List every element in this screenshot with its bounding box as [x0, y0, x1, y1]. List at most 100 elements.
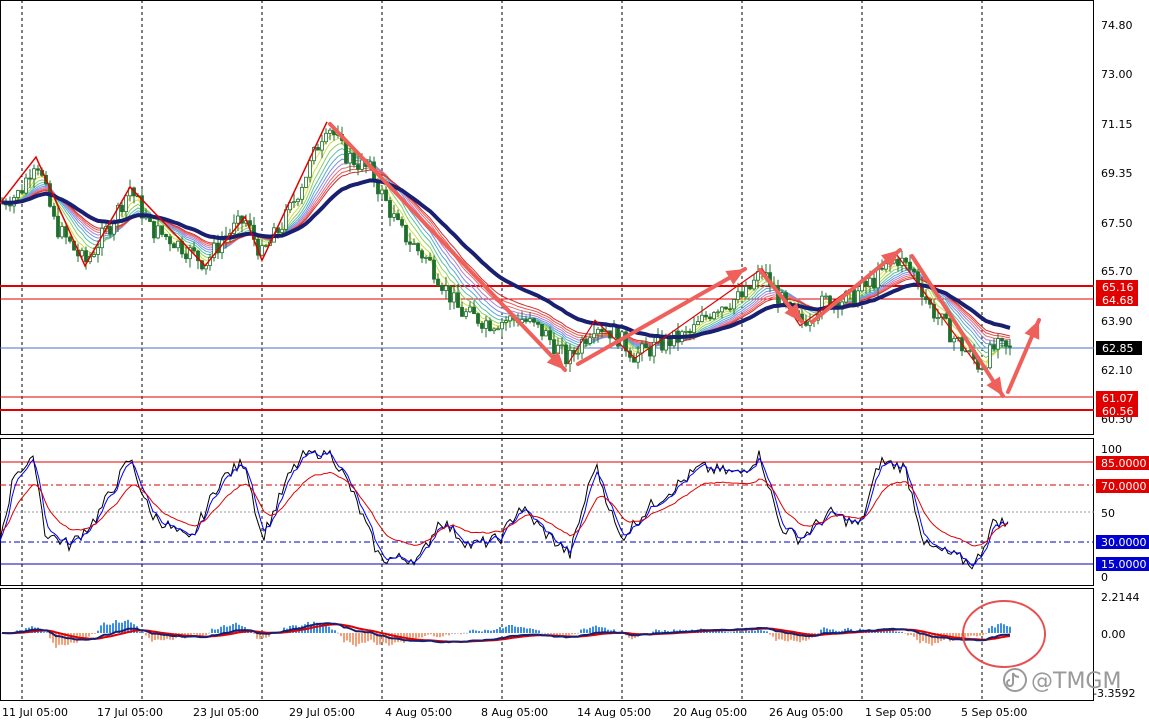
candle-body: [468, 306, 472, 313]
candle-body: [168, 236, 172, 245]
macd-bar: [457, 633, 459, 634]
macd-bar: [568, 633, 570, 636]
candle-body: [56, 215, 60, 238]
macd-bar: [433, 633, 435, 637]
macd-bar: [106, 624, 108, 633]
macd-bar: [577, 632, 579, 634]
macd-bar: [979, 633, 981, 636]
candle-body: [408, 241, 412, 245]
macd-bar: [415, 633, 417, 639]
candle-body: [424, 257, 428, 259]
candle-body: [480, 322, 484, 329]
macd-bar: [436, 633, 438, 638]
macd-bar: [469, 630, 471, 633]
macd-bar: [205, 633, 207, 636]
candle-body: [444, 285, 448, 291]
macd-bar: [967, 633, 969, 637]
candle-body: [260, 245, 264, 256]
macd-bar: [535, 629, 537, 633]
candle-body: [868, 277, 872, 287]
macd-bar: [487, 630, 489, 633]
candle-body: [452, 292, 456, 303]
macd-bar: [739, 630, 741, 633]
candle-body: [852, 289, 856, 305]
candle-body: [644, 343, 648, 348]
macd-bar: [439, 633, 441, 638]
macd-bar: [757, 629, 759, 633]
macd-bar: [88, 633, 90, 637]
macd-bar: [496, 629, 498, 633]
macd-bar: [724, 631, 726, 633]
candle-body: [724, 306, 728, 310]
macd-bar: [337, 632, 339, 634]
macd-bar: [202, 633, 204, 636]
candle-body: [704, 314, 708, 318]
macd-bar: [550, 633, 552, 635]
candle-body: [540, 323, 544, 337]
candle-body: [84, 250, 88, 263]
svg-text:30.0000: 30.0000: [1101, 536, 1147, 549]
macd-bar: [103, 622, 105, 633]
macd-bar: [460, 633, 462, 635]
macd-bar: [508, 625, 510, 633]
macd-bar: [418, 633, 420, 638]
macd-bar: [358, 633, 360, 644]
candle-body: [544, 330, 548, 337]
candle-body: [952, 338, 956, 343]
candle-body: [356, 164, 360, 170]
macd-bar: [529, 628, 531, 633]
svg-text:71.15: 71.15: [1101, 118, 1133, 131]
candle-body: [52, 205, 56, 217]
tag-upper-2: 64.68: [1102, 294, 1134, 307]
candle-body: [20, 190, 24, 194]
macd-bar: [964, 633, 966, 639]
candle-body: [528, 318, 532, 322]
macd-bar: [361, 633, 363, 643]
svg-text:23 Jul 05:00: 23 Jul 05:00: [193, 706, 259, 719]
candle-body: [1008, 345, 1012, 348]
candle-body: [412, 243, 416, 245]
candle-body: [536, 321, 540, 325]
candle-body: [600, 328, 604, 333]
candle-body: [576, 352, 580, 355]
macd-bar: [820, 629, 822, 633]
candle-body: [96, 247, 100, 255]
macd-bar: [448, 633, 450, 636]
candle-body: [164, 234, 168, 238]
candle-body: [416, 243, 420, 252]
candle-body: [28, 177, 32, 180]
macd-bar: [997, 624, 999, 633]
candle-body: [456, 292, 460, 308]
candle-body: [744, 286, 748, 298]
macd-bar: [334, 630, 336, 633]
candle-body: [192, 247, 196, 252]
candle-body: [420, 250, 424, 259]
candle-body: [524, 319, 528, 322]
macd-bar: [490, 630, 492, 633]
macd-bar: [1006, 626, 1008, 633]
macd-bar: [985, 633, 987, 634]
candle-body: [304, 176, 308, 188]
candle-body: [400, 219, 404, 226]
macd-bar: [916, 633, 918, 640]
macd-bar: [331, 629, 333, 633]
macd-bar: [1000, 623, 1002, 633]
svg-text:69.35: 69.35: [1101, 167, 1133, 180]
macd-bar: [58, 633, 60, 645]
svg-text:0: 0: [1101, 571, 1108, 584]
candle-body: [440, 285, 444, 291]
macd-bar: [571, 633, 573, 635]
trading-chart[interactable]: 74.80 73.00 71.15 69.35 67.50 65.70 63.9…: [0, 0, 1149, 720]
candle-body: [60, 226, 64, 238]
candle-body: [300, 187, 304, 200]
candle-body: [736, 291, 740, 300]
svg-text:70.0000: 70.0000: [1101, 480, 1147, 493]
macd-bar: [970, 633, 972, 636]
macd-bar: [784, 633, 786, 641]
macd-bar: [574, 633, 576, 634]
svg-text:15.0000: 15.0000: [1101, 558, 1147, 571]
candle-body: [324, 132, 328, 143]
svg-text:11 Jul 05:00: 11 Jul 05:00: [2, 706, 68, 719]
macd-bar: [340, 633, 342, 637]
macd-bar: [193, 633, 195, 635]
